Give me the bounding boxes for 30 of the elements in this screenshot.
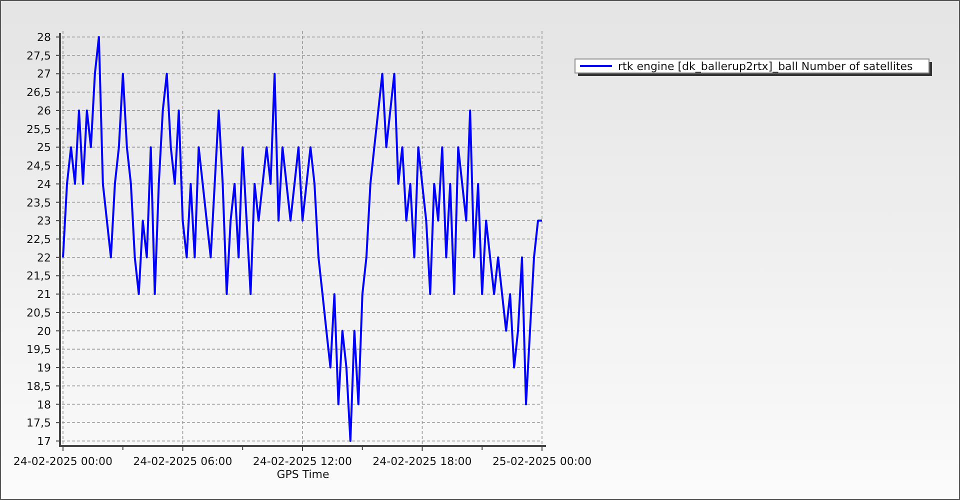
axis-label: 24-02-2025 00:00 — [13, 455, 113, 468]
axis-label: 28 — [37, 31, 51, 44]
axis-label: 22,5 — [26, 233, 51, 246]
axis-label: 19 — [37, 362, 51, 375]
axis-label: 27 — [37, 68, 51, 81]
axis-label: 23,5 — [26, 196, 51, 210]
axis-label: 22 — [37, 251, 51, 264]
axis-label: 24 — [37, 178, 51, 191]
axis-label: 23 — [37, 214, 51, 228]
axis-label: 18,5 — [26, 380, 51, 393]
axis-label: 20 — [37, 324, 51, 338]
axis-label: 25-02-2025 00:00 — [492, 455, 592, 468]
axis-label: 24-02-2025 06:00 — [133, 455, 232, 468]
axis-label: 25 — [37, 141, 51, 154]
axis-label: 18 — [37, 398, 51, 412]
axis-title: GPS Time — [276, 468, 330, 481]
axis-label: 24,5 — [26, 160, 51, 173]
axis-label: 26 — [37, 104, 51, 118]
axis-label: 25,5 — [26, 122, 51, 136]
axis-label: 17 — [37, 435, 51, 448]
axis-label: 21,5 — [26, 270, 51, 283]
axis-label: 26,5 — [26, 86, 51, 100]
axis-label: 27,5 — [26, 49, 51, 62]
axis-label: 24-02-2025 18:00 — [372, 455, 472, 468]
axis-label: 20,5 — [26, 306, 51, 320]
axis-label: 21 — [37, 288, 51, 302]
legend-label: rtk engine [dk_ballerup2rtx]_ball Number of satellites — [618, 60, 913, 73]
axis-label: 19,5 — [26, 343, 51, 356]
axis-label: 24-02-2025 12:00 — [252, 455, 352, 468]
axis-label: 17,5 — [26, 416, 51, 430]
